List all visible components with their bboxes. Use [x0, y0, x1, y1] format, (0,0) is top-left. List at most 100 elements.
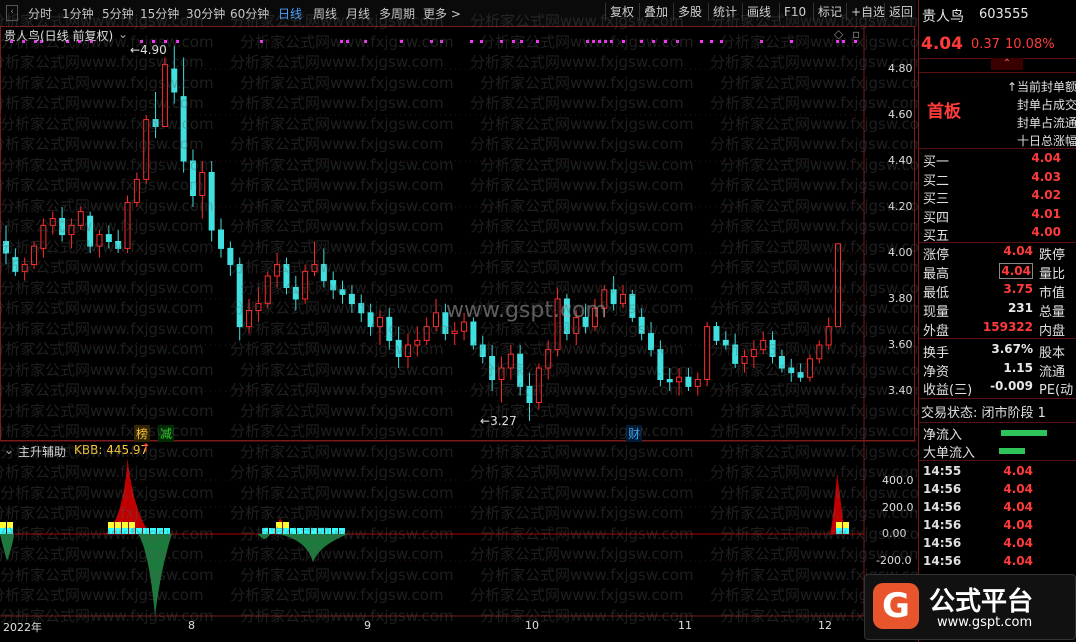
candle-body[interactable] — [498, 367, 505, 380]
candle-body[interactable] — [330, 280, 337, 291]
candle-body[interactable] — [49, 218, 56, 226]
candle-body[interactable] — [320, 264, 327, 282]
toolbar-button[interactable]: +自选 — [846, 3, 889, 21]
candle-body[interactable] — [479, 344, 486, 357]
chevron-down-icon[interactable]: ⌄ — [118, 27, 128, 41]
candle-body[interactable] — [348, 293, 355, 305]
candle-body[interactable] — [535, 367, 542, 403]
candle-body[interactable] — [619, 293, 626, 305]
period-tab[interactable]: 日线 — [278, 5, 302, 22]
toolbar-button[interactable]: 叠加 — [639, 3, 672, 21]
candle-body[interactable] — [292, 287, 299, 300]
toolbar-button[interactable]: 多股 — [673, 3, 706, 21]
candle-body[interactable] — [77, 211, 84, 226]
candle-body[interactable] — [806, 358, 813, 378]
candle-body[interactable] — [732, 344, 739, 364]
candle-body[interactable] — [339, 289, 346, 295]
candle-body[interactable] — [545, 349, 552, 369]
period-tab[interactable]: 分时 — [28, 5, 52, 22]
candle-body[interactable] — [423, 326, 430, 341]
scroll-up-icon[interactable]: ▫ — [852, 27, 860, 41]
candle-body[interactable] — [629, 293, 636, 318]
candle-body[interactable] — [264, 275, 271, 305]
candle-body[interactable] — [507, 353, 514, 369]
candle-body[interactable] — [461, 321, 468, 332]
candle-body[interactable] — [386, 316, 393, 341]
candle-body[interactable] — [367, 312, 374, 328]
toolbar-button[interactable]: 返回 — [884, 3, 917, 21]
period-tab[interactable]: 15分钟 — [140, 5, 179, 22]
candle-body[interactable] — [227, 247, 234, 265]
candle-body[interactable] — [143, 119, 150, 180]
candle-body[interactable] — [704, 326, 711, 381]
candle-body[interactable] — [12, 257, 19, 272]
candle-body[interactable] — [115, 241, 122, 249]
candle-body[interactable] — [236, 264, 243, 328]
candle-body[interactable] — [208, 172, 215, 231]
candle-body[interactable] — [769, 339, 776, 357]
candle-body[interactable] — [180, 96, 187, 162]
candle-body[interactable] — [517, 353, 524, 387]
candle-body[interactable] — [816, 344, 823, 360]
indicator-name[interactable]: 主升辅助 — [18, 443, 66, 460]
candle-body[interactable] — [638, 316, 645, 334]
period-tab[interactable]: 1分钟 — [62, 5, 94, 22]
candle-body[interactable] — [750, 349, 757, 358]
period-tab[interactable]: 周线 — [313, 5, 337, 22]
candle-body[interactable] — [433, 312, 440, 328]
collapse-left-icon[interactable]: ‹ — [6, 5, 18, 21]
candle-body[interactable] — [40, 224, 47, 249]
candle-body[interactable] — [376, 316, 383, 328]
toolbar-button[interactable]: 画线 — [742, 3, 775, 21]
toolbar-button[interactable]: 统计 — [708, 3, 741, 21]
candle-body[interactable] — [302, 270, 309, 300]
candle-body[interactable] — [395, 339, 402, 357]
candle-body[interactable] — [835, 243, 841, 328]
diamond-icon[interactable]: ◇ — [834, 27, 843, 41]
candle-body[interactable] — [161, 63, 168, 127]
candle-body[interactable] — [171, 68, 178, 93]
candle-body[interactable] — [694, 379, 701, 387]
kline-chart[interactable] — [0, 26, 916, 642]
candle-body[interactable] — [676, 376, 683, 383]
candle-body[interactable] — [404, 344, 411, 357]
candle-body[interactable] — [788, 367, 795, 374]
candle-body[interactable] — [760, 339, 767, 351]
candle-body[interactable] — [283, 264, 290, 288]
candle-body[interactable] — [311, 264, 318, 272]
candle-body[interactable] — [152, 119, 159, 127]
candle-body[interactable] — [246, 310, 253, 328]
candle-body[interactable] — [358, 303, 365, 314]
event-tag-rank[interactable]: 榜 — [134, 425, 151, 442]
candle-body[interactable] — [470, 321, 477, 346]
event-tag-reduce[interactable]: 减 — [158, 425, 175, 442]
candle-body[interactable] — [199, 172, 206, 196]
toolbar-button[interactable]: 复权 — [605, 3, 638, 21]
period-tab[interactable]: 更多 > — [423, 5, 461, 22]
candle-body[interactable] — [797, 372, 804, 378]
candle-body[interactable] — [21, 264, 28, 272]
candle-body[interactable] — [648, 333, 655, 351]
candle-body[interactable] — [610, 289, 617, 305]
period-tab[interactable]: 5分钟 — [102, 5, 134, 22]
period-tab[interactable]: 60分钟 — [230, 5, 269, 22]
candle-body[interactable] — [713, 326, 720, 341]
candle-body[interactable] — [825, 326, 832, 346]
candle-body[interactable] — [526, 385, 533, 403]
candle-body[interactable] — [255, 303, 262, 312]
period-tab[interactable]: 月线 — [346, 5, 370, 22]
period-tab[interactable]: 多周期 — [379, 5, 415, 22]
candle-body[interactable] — [218, 229, 225, 249]
period-tab[interactable]: 30分钟 — [186, 5, 225, 22]
candle-body[interactable] — [189, 160, 196, 196]
candle-body[interactable] — [31, 245, 38, 266]
candle-body[interactable] — [685, 376, 692, 387]
candle-body[interactable] — [489, 356, 496, 380]
candle-body[interactable] — [68, 224, 75, 236]
candle-body[interactable] — [722, 339, 729, 346]
toolbar-button[interactable]: 标记 — [813, 3, 846, 21]
candle-body[interactable] — [666, 379, 673, 383]
event-tag-finance[interactable]: 财 — [626, 425, 643, 442]
candle-body[interactable] — [3, 241, 9, 254]
candle-body[interactable] — [105, 234, 112, 243]
